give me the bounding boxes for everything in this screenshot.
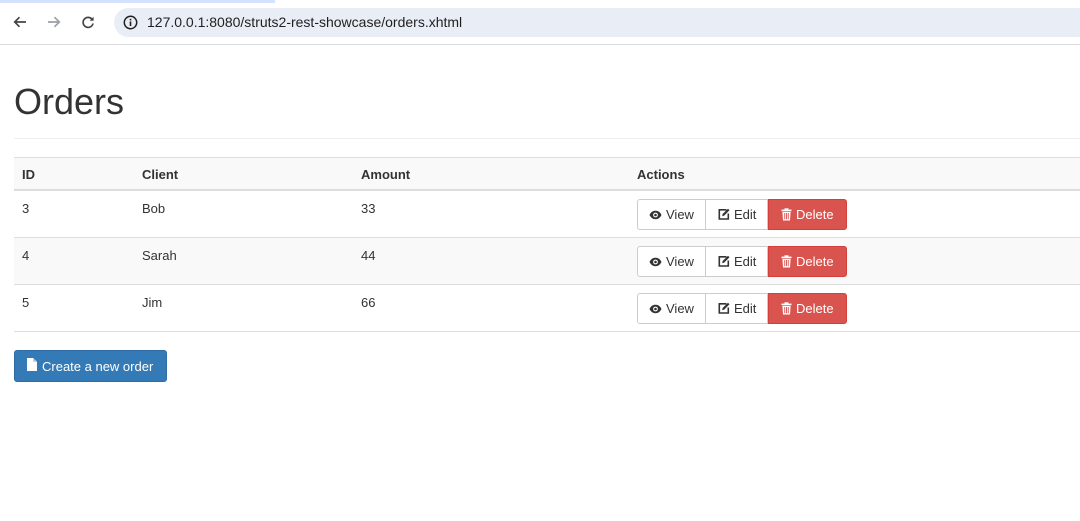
arrow-left-icon — [13, 15, 27, 29]
edit-label: Edit — [734, 207, 757, 222]
address-bar[interactable]: 127.0.0.1:8080/struts2-rest-showcase/ord… — [114, 8, 1080, 37]
header-actions: Actions — [637, 167, 685, 182]
order-amount: 66 — [361, 295, 376, 310]
view-button[interactable]: View — [637, 293, 706, 324]
order-client: Jim — [142, 295, 163, 310]
order-amount: 33 — [361, 201, 376, 216]
order-client: Bob — [142, 201, 166, 216]
title-divider — [14, 138, 1080, 139]
view-button[interactable]: View — [637, 199, 706, 230]
row-actions: View Edit Delete — [637, 293, 847, 324]
order-id: 3 — [22, 201, 30, 216]
table-row: 3 Bob 33 View Edit Delete — [14, 191, 1080, 238]
create-order-button[interactable]: Create a new order — [14, 350, 167, 382]
view-label: View — [666, 254, 694, 269]
edit-button[interactable]: Edit — [706, 246, 768, 277]
eye-icon — [649, 257, 662, 267]
delete-button[interactable]: Delete — [768, 293, 847, 324]
header-amount: Amount — [361, 167, 411, 182]
eye-icon — [649, 210, 662, 220]
url-text: 127.0.0.1:8080/struts2-rest-showcase/ord… — [147, 14, 463, 30]
table-header: ID Client Amount Actions — [14, 157, 1080, 191]
file-icon — [27, 358, 37, 374]
create-order-label: Create a new order — [42, 358, 154, 374]
delete-label: Delete — [796, 301, 834, 316]
table-row: 5 Jim 66 View Edit Delete — [14, 285, 1080, 332]
view-button[interactable]: View — [637, 246, 706, 277]
delete-button[interactable]: Delete — [768, 246, 847, 277]
row-actions: View Edit Delete — [637, 199, 847, 230]
edit-label: Edit — [734, 301, 757, 316]
back-button[interactable] — [9, 11, 31, 33]
info-icon[interactable] — [122, 14, 139, 31]
edit-label: Edit — [734, 254, 757, 269]
edit-icon — [717, 302, 730, 315]
forward-button[interactable] — [43, 11, 65, 33]
view-label: View — [666, 207, 694, 222]
orders-table: ID Client Amount Actions 3 Bob 33 View E… — [14, 157, 1080, 332]
reload-button[interactable] — [77, 11, 99, 33]
view-label: View — [666, 301, 694, 316]
trash-icon — [781, 302, 792, 315]
trash-icon — [781, 208, 792, 221]
delete-button[interactable]: Delete — [768, 199, 847, 230]
edit-icon — [717, 255, 730, 268]
order-amount: 44 — [361, 248, 376, 263]
order-client: Sarah — [142, 248, 177, 263]
header-id: ID — [22, 167, 35, 182]
header-client: Client — [142, 167, 179, 182]
edit-icon — [717, 208, 730, 221]
table-row: 4 Sarah 44 View Edit Delete — [14, 238, 1080, 285]
eye-icon — [649, 304, 662, 314]
edit-button[interactable]: Edit — [706, 199, 768, 230]
active-tab-indicator — [0, 0, 275, 3]
trash-icon — [781, 255, 792, 268]
page-title: Orders — [14, 81, 125, 122]
delete-label: Delete — [796, 254, 834, 269]
order-id: 5 — [22, 295, 30, 310]
browser-toolbar: 127.0.0.1:8080/struts2-rest-showcase/ord… — [0, 0, 1080, 45]
delete-label: Delete — [796, 207, 834, 222]
reload-icon — [81, 15, 95, 29]
order-id: 4 — [22, 248, 30, 263]
row-actions: View Edit Delete — [637, 246, 847, 277]
edit-button[interactable]: Edit — [706, 293, 768, 324]
arrow-right-icon — [47, 15, 61, 29]
